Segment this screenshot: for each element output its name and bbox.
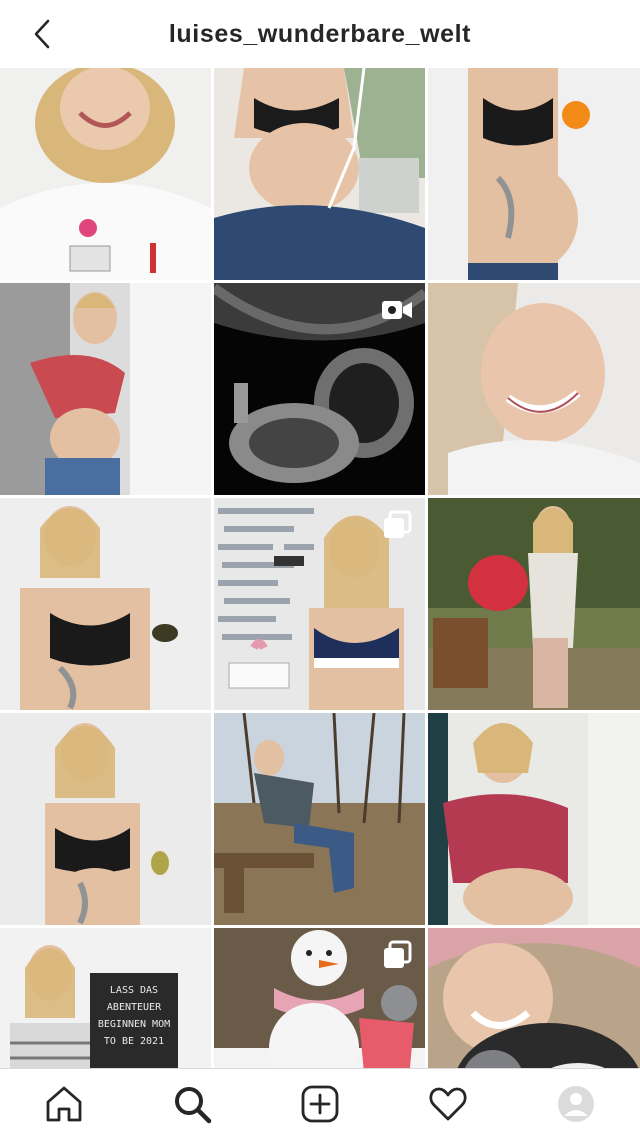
post-image: [214, 713, 425, 925]
tab-search[interactable]: [160, 1072, 224, 1136]
video-icon: [382, 301, 412, 319]
post-thumbnail[interactable]: [428, 713, 640, 925]
post-thumbnail[interactable]: [0, 713, 211, 925]
post-image: [428, 68, 640, 280]
post-image: [0, 283, 211, 495]
carousel-icon: [384, 510, 412, 538]
post-image: [428, 498, 640, 710]
profile-username: luises_wunderbare_welt: [168, 19, 472, 48]
search-icon: [175, 1086, 212, 1123]
post-image: [0, 498, 211, 710]
post-thumbnail[interactable]: [214, 283, 425, 495]
post-thumbnail[interactable]: [428, 928, 640, 1068]
chevron-left-icon: [34, 19, 50, 49]
post-thumbnail[interactable]: [214, 928, 425, 1068]
post-thumbnail[interactable]: [214, 713, 425, 925]
avatar-icon: [558, 1085, 594, 1122]
post-image: [428, 283, 640, 495]
tab-activity[interactable]: [416, 1072, 480, 1136]
post-thumbnail[interactable]: [214, 68, 425, 280]
tab-home[interactable]: [32, 1072, 96, 1136]
post-image: [214, 68, 425, 280]
post-thumbnail[interactable]: [0, 68, 211, 280]
posts-grid: LASS DAS ABENTEUER BEGINNEN MOM TO BE 20…: [0, 68, 640, 1068]
carousel-icon: [384, 940, 412, 968]
post-image: [0, 68, 211, 280]
post-image: [0, 713, 211, 925]
post-thumbnail[interactable]: [214, 498, 425, 710]
post-thumbnail[interactable]: [0, 498, 211, 710]
post-image: [428, 713, 640, 925]
plus-square-icon: [301, 1085, 339, 1122]
post-image: [428, 928, 640, 1068]
tab-new-post[interactable]: [288, 1072, 352, 1136]
tab-profile[interactable]: [544, 1072, 608, 1136]
post-thumbnail[interactable]: [428, 283, 640, 495]
post-thumbnail[interactable]: LASS DAS ABENTEUER BEGINNEN MOM TO BE 20…: [0, 928, 211, 1068]
letterboard-sign: LASS DAS ABENTEUER BEGINNEN MOM TO BE 20…: [97, 985, 171, 1047]
post-thumbnail[interactable]: [428, 68, 640, 280]
post-thumbnail[interactable]: [0, 283, 211, 495]
heart-icon: [429, 1087, 467, 1120]
home-icon: [46, 1086, 82, 1121]
bottom-tab-bar: [0, 1068, 640, 1138]
back-button[interactable]: [22, 14, 62, 54]
post-thumbnail[interactable]: [428, 498, 640, 710]
profile-header: luises_wunderbare_welt: [0, 0, 640, 68]
